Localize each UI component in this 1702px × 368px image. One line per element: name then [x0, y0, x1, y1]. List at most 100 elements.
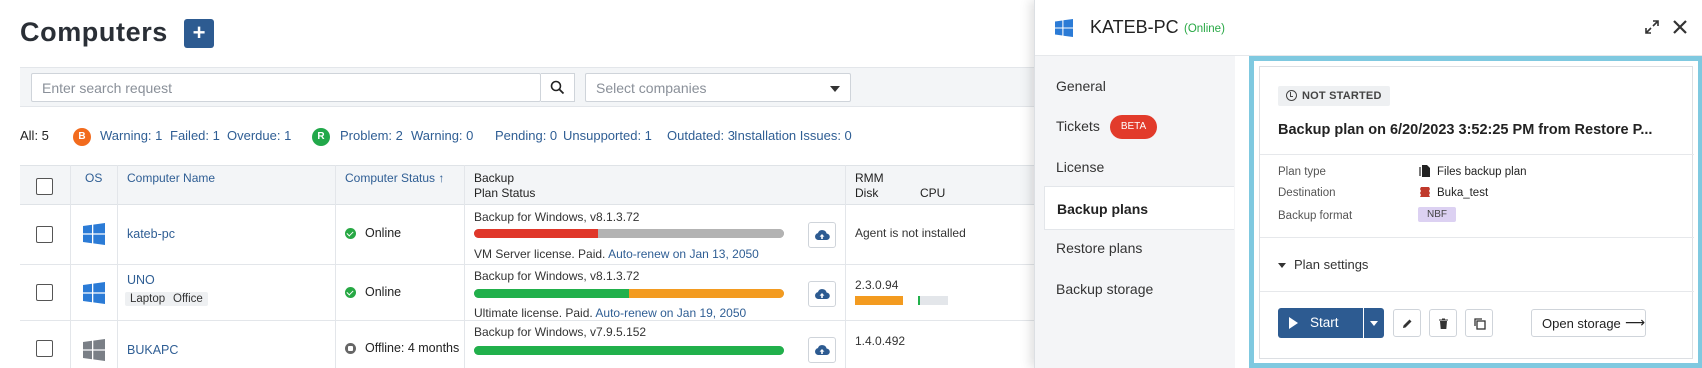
drawer-header: KATEB-PC (Online): [1035, 0, 1702, 56]
auto-renew-link[interactable]: Auto-renew on Jan 13, 2050: [608, 247, 759, 261]
stat-overdue[interactable]: Overdue: 1: [227, 128, 291, 143]
computer-name-link[interactable]: BUKAPC: [127, 343, 178, 357]
backup-format-label: Backup format: [1278, 210, 1353, 222]
divider: [1260, 154, 1694, 155]
files-icon: [1419, 165, 1430, 177]
row-checkbox[interactable]: [36, 284, 53, 301]
stat-installation-issues[interactable]: Installation Issues: 0: [734, 128, 852, 143]
plan-status-bar[interactable]: [474, 346, 784, 355]
page-title: Computers: [20, 17, 168, 47]
copy-button[interactable]: [1465, 309, 1493, 337]
search-button[interactable]: [541, 73, 575, 102]
rmm-status-icon: R: [312, 128, 330, 146]
plan-status-bar[interactable]: [474, 229, 784, 238]
select-all-checkbox[interactable]: [36, 178, 53, 195]
table-row[interactable]: kateb-pc Online Backup for Windows, v8.1…: [20, 205, 1034, 265]
stat-warning-backup[interactable]: Warning: 1: [100, 128, 162, 143]
start-options-dropdown[interactable]: [1364, 308, 1384, 338]
nav-tickets-label: Tickets: [1056, 118, 1100, 134]
clock-icon: [1286, 90, 1297, 101]
delete-button[interactable]: [1429, 309, 1457, 337]
drawer-online-status: (Online): [1184, 23, 1225, 35]
nav-general[interactable]: General: [1044, 64, 1234, 108]
cloud-upload-icon: [815, 230, 830, 241]
rmm-agent-version: 1.4.0.492: [855, 334, 906, 348]
license-info: Ultimate license. Paid. Auto-renew on Ja…: [474, 306, 746, 320]
start-button[interactable]: Start: [1278, 308, 1363, 338]
expand-icon[interactable]: [1645, 20, 1659, 34]
nav-restore-plans[interactable]: Restore plans: [1044, 226, 1234, 270]
computer-name-link[interactable]: kateb-pc: [127, 227, 175, 241]
divider: [1260, 291, 1694, 292]
plan-settings-label: Plan settings: [1294, 257, 1369, 272]
auto-renew-link[interactable]: Auto-renew on Jan 19, 2050: [595, 306, 746, 320]
add-computer-button[interactable]: +: [184, 19, 214, 48]
drawer-computer-name: KATEB-PC: [1090, 17, 1179, 37]
nav-license[interactable]: License: [1044, 145, 1234, 189]
cpu-usage-bar: [918, 296, 948, 305]
computers-main: Computers + Select companies All: 5 B Wa…: [0, 0, 1034, 368]
stat-problem[interactable]: Problem: 2: [340, 128, 403, 143]
plan-status-text: NOT STARTED: [1302, 90, 1382, 102]
nav-general-label: General: [1056, 78, 1106, 94]
storage-icon: [1420, 187, 1430, 197]
stat-all[interactable]: All: 5: [20, 128, 49, 143]
backup-now-button[interactable]: [808, 281, 836, 307]
plan-settings-toggle[interactable]: Plan settings: [1278, 257, 1368, 272]
beta-badge: BETA: [1109, 115, 1158, 140]
backup-version: Backup for Windows, v8.1.3.72: [474, 210, 640, 224]
stat-failed[interactable]: Failed: 1: [170, 128, 220, 143]
app-page: Computers + Select companies All: 5 B Wa…: [0, 0, 1702, 368]
bar-segment: [629, 289, 784, 298]
plan-status-bar[interactable]: [474, 289, 784, 298]
open-storage-label: Open storage: [1542, 316, 1621, 331]
backup-status-icon: B: [73, 128, 91, 146]
bar-segment: [474, 289, 629, 298]
nav-backup-storage[interactable]: Backup storage: [1044, 267, 1234, 311]
windows-icon: [83, 223, 105, 245]
search-box: [31, 73, 541, 102]
computer-name-link[interactable]: UNO: [127, 273, 155, 287]
computer-tag[interactable]: Laptop: [125, 292, 171, 306]
caret-down-icon: [1278, 263, 1286, 269]
stat-unsupported[interactable]: Unsupported: 1: [563, 128, 652, 143]
row-checkbox[interactable]: [36, 340, 53, 357]
search-input[interactable]: [32, 74, 540, 101]
backup-format-badge: NBF: [1418, 207, 1456, 222]
backup-now-button[interactable]: [808, 222, 836, 248]
nav-backup-plans[interactable]: Backup plans: [1044, 186, 1234, 230]
drawer-nav: General Tickets BETA License Backup plans…: [1035, 56, 1235, 368]
rmm-agent-version: 2.3.0.94: [855, 278, 899, 292]
search-icon: [550, 80, 565, 95]
computer-tag[interactable]: Office: [168, 292, 208, 306]
backup-now-button[interactable]: [808, 337, 836, 363]
stat-warning-rmm[interactable]: Warning: 0: [411, 128, 473, 143]
arrow-right-icon: ⟶: [1625, 314, 1646, 330]
license-info: VM Server license. Paid. Auto-renew on J…: [474, 247, 759, 261]
windows-icon: [1055, 19, 1073, 37]
nav-tickets[interactable]: Tickets BETA: [1044, 104, 1234, 148]
play-icon: [1289, 317, 1298, 329]
companies-select[interactable]: Select companies: [585, 73, 851, 102]
edit-button[interactable]: [1393, 309, 1421, 337]
stat-outdated[interactable]: Outdated: 3: [667, 128, 735, 143]
table-row[interactable]: BUKAPC Offline: 4 months Backup for Wind…: [20, 321, 1034, 368]
cloud-upload-icon: [815, 345, 830, 356]
computer-status: Online: [365, 285, 402, 299]
header-rmm: RMM: [855, 171, 884, 185]
header-computer-status[interactable]: Computer Status ↑: [345, 171, 444, 185]
stat-pending[interactable]: Pending: 0: [495, 128, 557, 143]
table-header: OS Computer Name Computer Status ↑ Backu…: [20, 165, 1034, 205]
companies-placeholder: Select companies: [596, 80, 707, 96]
open-storage-button[interactable]: Open storage ⟶: [1531, 309, 1646, 337]
table-row[interactable]: UNO Laptop Office Online Backup for Wind…: [20, 265, 1034, 321]
copy-icon: [1474, 318, 1486, 330]
header-disk: Disk: [855, 186, 879, 200]
row-checkbox[interactable]: [36, 226, 53, 243]
close-icon[interactable]: [1672, 19, 1688, 35]
trash-icon: [1439, 318, 1448, 329]
header-computer-name[interactable]: Computer Name: [127, 171, 215, 185]
header-cpu: CPU: [920, 186, 946, 200]
header-os[interactable]: OS: [85, 171, 102, 185]
computer-details-drawer: KATEB-PC (Online) General Tickets BETA Li…: [1034, 0, 1702, 368]
